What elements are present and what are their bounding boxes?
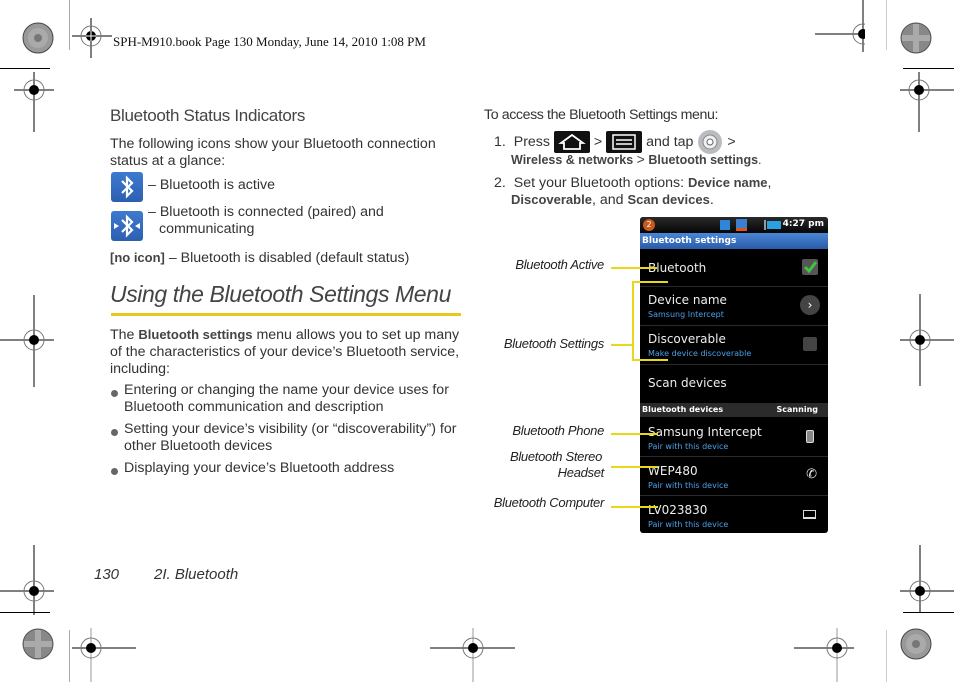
home-key-icon (553, 131, 590, 153)
registration-mark-rosette (900, 628, 932, 660)
access-intro: To access the Bluetooth Settings menu: (484, 107, 719, 123)
leader-line (632, 281, 634, 361)
indicator-text: – Bluetooth is active (148, 177, 275, 193)
device-name-value: Samsung Intercept (648, 310, 724, 319)
crosshair-mark (72, 18, 112, 58)
registration-mark-rosette (22, 628, 54, 660)
crosshair-mark (900, 72, 954, 132)
heading-rule (111, 313, 461, 316)
scan-devices-label: Scan devices (648, 376, 727, 390)
leader-line (611, 506, 658, 508)
bluetooth-checkbox[interactable] (802, 259, 818, 275)
trim-line (903, 68, 954, 69)
discoverable-row[interactable]: Discoverable Make device discoverable (640, 326, 828, 365)
list-item: Setting your device’s visibility (or “di… (124, 421, 457, 454)
scanning-status: Scanning (776, 405, 818, 414)
leader-line (611, 466, 658, 468)
screen-title: Bluetooth settings (640, 233, 828, 249)
bluetooth-status-icon (720, 220, 730, 230)
headset-icon: ✆ (806, 467, 817, 482)
discoverable-checkbox[interactable] (803, 337, 817, 351)
crosshair-mark (900, 545, 954, 613)
device-name-row[interactable]: Device name Samsung Intercept › (640, 287, 828, 326)
step-1-path: Wireless & networks > Bluetooth settings… (511, 151, 762, 167)
bluetooth-toggle-row[interactable]: Bluetooth (640, 250, 828, 287)
crosshair-mark (72, 628, 136, 682)
crosshair-mark (0, 545, 54, 615)
trim-line (0, 68, 50, 69)
trim-line (69, 0, 70, 50)
data-sync-icon (736, 219, 747, 231)
callout-bluetooth-phone: Bluetooth Phone (512, 423, 604, 438)
page-number: 130 (94, 566, 120, 583)
trim-line (886, 630, 887, 682)
callout-headset: Headset (557, 465, 605, 480)
crosshair-mark (794, 628, 854, 682)
bullet-icon (111, 463, 121, 475)
device-name-label: Device name (648, 293, 727, 307)
phone-icon (806, 430, 814, 443)
signal-icon (754, 220, 766, 230)
leader-line (611, 344, 632, 346)
bluetooth-connected-icon (111, 211, 143, 241)
trim-line (0, 612, 50, 613)
callout-bluetooth-stereo: Bluetooth Stereo (509, 449, 602, 464)
indicator-text: – Bluetooth is connected (paired) and co… (148, 204, 384, 237)
devices-header: Bluetooth devices Scanning (640, 403, 828, 417)
crosshair-mark (815, 0, 865, 52)
computer-icon (803, 510, 816, 519)
crosshair-mark (0, 295, 54, 387)
phone-screenshot: 2 4:27 pm Bluetooth settings Bluetooth D… (640, 217, 828, 533)
discoverable-sub: Make device discoverable (648, 349, 752, 358)
body-paragraph: The Bluetooth settings menu allows you t… (110, 327, 460, 377)
trim-line (69, 630, 70, 682)
section-title: Bluetooth Status Indicators (110, 106, 306, 125)
device-row[interactable]: Samsung Intercept Pair with this device (640, 418, 828, 457)
chevron-right-icon[interactable]: › (800, 295, 820, 315)
leader-line (611, 433, 658, 435)
battery-icon (767, 221, 781, 229)
bluetooth-active-icon (111, 172, 143, 202)
callout-bluetooth-active: Bluetooth Active (515, 257, 604, 272)
page-heading: Using the Bluetooth Settings Menu (110, 281, 451, 307)
leader-line (632, 281, 668, 283)
list-item: Displaying your device’s Bluetooth addre… (124, 460, 395, 476)
callout-bluetooth-settings: Bluetooth Settings (503, 336, 604, 351)
bullet-icon (111, 424, 121, 436)
leader-line (632, 359, 668, 361)
step-2-cont: Discoverable, and Scan devices. (511, 192, 714, 208)
crosshair-mark (14, 72, 54, 132)
menu-key-icon (606, 131, 643, 153)
scan-devices-row[interactable]: Scan devices (640, 365, 828, 401)
registration-mark-rosette (900, 22, 932, 54)
book-header: SPH-M910.book Page 130 Monday, June 14, … (113, 34, 426, 49)
leader-line (611, 267, 657, 269)
discoverable-label: Discoverable (648, 332, 726, 346)
list-item: Entering or changing the name your devic… (124, 382, 449, 415)
registration-mark-rosette (22, 22, 54, 54)
no-icon-line: [no icon] – Bluetooth is disabled (defau… (110, 250, 410, 266)
bullet-icon (111, 385, 121, 397)
crosshair-mark (900, 294, 954, 386)
notification-badge: 2 (643, 219, 655, 231)
no-icon-label: [no icon] (110, 250, 165, 265)
intro-text: The following icons show your Bluetooth … (110, 136, 436, 169)
chapter-name: 2I. Bluetooth (154, 566, 239, 583)
callout-bluetooth-computer: Bluetooth Computer (493, 495, 605, 510)
device-row[interactable]: LV023830 Pair with this device (640, 496, 828, 533)
trim-line (886, 0, 887, 50)
status-bar: 2 4:27 pm (640, 217, 828, 233)
step-2: 2. Set your Bluetooth options: Device na… (494, 175, 772, 191)
clock: 4:27 pm (782, 219, 824, 229)
device-row[interactable]: WEP480 Pair with this device ✆ (640, 457, 828, 496)
crosshair-mark (430, 628, 520, 682)
